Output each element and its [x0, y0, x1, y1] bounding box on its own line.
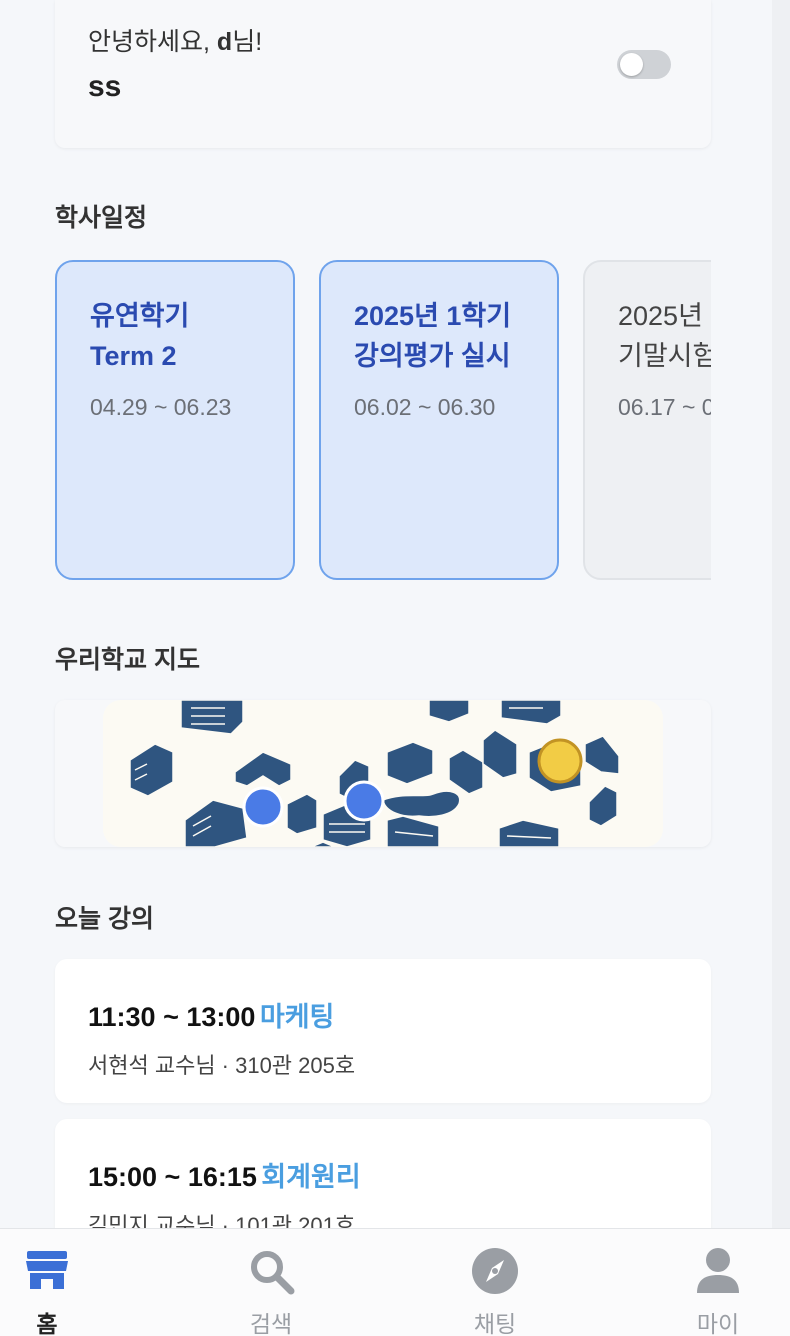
location-marker[interactable] — [242, 786, 284, 828]
building-icon — [482, 729, 518, 779]
building-icon — [500, 700, 562, 725]
nav-item-search[interactable]: 검색 — [211, 1229, 331, 1336]
mode-toggle[interactable] — [617, 50, 671, 79]
bottom-nav: 홈 검색 채팅 마이 — [0, 1228, 790, 1336]
greeting-text: 안녕하세요, d님! — [88, 22, 262, 58]
lecture-time: 11:30 ~ 13:00 — [88, 1002, 256, 1032]
building-icon — [498, 819, 560, 847]
schedule-card[interactable]: 유연학기 Term 2 04.29 ~ 06.23 — [55, 260, 295, 580]
building-icon — [286, 793, 318, 835]
search-icon — [251, 1251, 295, 1295]
building-icon — [234, 751, 292, 787]
campus-map-illustration — [129, 700, 620, 847]
building-icon — [180, 700, 244, 735]
user-icon — [697, 1248, 739, 1293]
lecture-subject: 회계원리 — [261, 1162, 361, 1192]
lecture-card[interactable]: 11:30 ~ 13:00 마케팅 서현석 교수님 · 310관 205호 — [55, 959, 711, 1103]
lectures-section-title: 오늘 강의 — [55, 905, 154, 933]
greeting-user: d — [216, 28, 233, 56]
lecture-subject: 마케팅 — [259, 1002, 335, 1032]
greeting-card: 안녕하세요, d님! ss — [55, 0, 711, 148]
pond-icon — [382, 790, 461, 818]
schedule-card[interactable]: 2025년 1학기 기말시험 06.17 ~ 06.23 — [583, 260, 711, 580]
building-icon — [584, 735, 620, 775]
schedule-card-date: 04.29 ~ 06.23 — [90, 394, 232, 420]
greeting-suffix: 님! — [232, 28, 263, 56]
map-section-title: 우리학교 지도 — [55, 646, 200, 674]
schedule-card-title: 2025년 1학기 기말시험 — [618, 301, 711, 371]
building-icon — [129, 743, 174, 797]
nav-label: 채팅 — [473, 1311, 517, 1336]
lecture-meta: 서현석 교수님 · 310관 205호 — [88, 1053, 356, 1078]
schedule-card[interactable]: 2025년 1학기 강의평가 실시 06.02 ~ 06.30 — [319, 260, 559, 580]
greeting-prefix: 안녕하세요, — [88, 28, 217, 56]
current-location-marker[interactable] — [537, 738, 583, 784]
building-icon — [588, 785, 618, 827]
schedule-card-date: 06.17 ~ 06.23 — [618, 394, 711, 420]
building-icon — [448, 749, 484, 795]
scrollbar-track[interactable] — [772, 0, 790, 1228]
nav-label: 홈 — [36, 1311, 58, 1336]
schedule-section-title: 학사일정 — [55, 204, 148, 232]
nav-label: 마이 — [696, 1311, 740, 1336]
nav-item-my[interactable]: 마이 — [658, 1229, 778, 1336]
building-icon — [428, 700, 470, 723]
building-icon — [184, 799, 248, 847]
compass-icon — [472, 1248, 518, 1294]
schedule-carousel[interactable]: 유연학기 Term 2 04.29 ~ 06.23 2025년 1학기 강의평가… — [55, 260, 711, 582]
store-icon — [26, 1251, 68, 1289]
building-icon — [386, 815, 440, 847]
nav-label: 검색 — [249, 1311, 293, 1336]
schedule-card-date: 06.02 ~ 06.30 — [354, 394, 496, 420]
campus-map[interactable] — [103, 700, 663, 847]
greeting-subtitle: ss — [88, 70, 122, 103]
nav-item-home[interactable]: 홈 — [0, 1229, 107, 1336]
nav-item-chat[interactable]: 채팅 — [435, 1229, 555, 1336]
schedule-card-title: 2025년 1학기 강의평가 실시 — [354, 301, 512, 371]
location-marker[interactable] — [343, 780, 385, 822]
toggle-knob — [620, 53, 643, 76]
campus-map-card[interactable] — [55, 700, 711, 847]
building-icon — [386, 741, 434, 785]
lecture-time: 15:00 ~ 16:15 — [88, 1162, 257, 1192]
schedule-card-title: 유연학기 Term 2 — [90, 301, 190, 371]
